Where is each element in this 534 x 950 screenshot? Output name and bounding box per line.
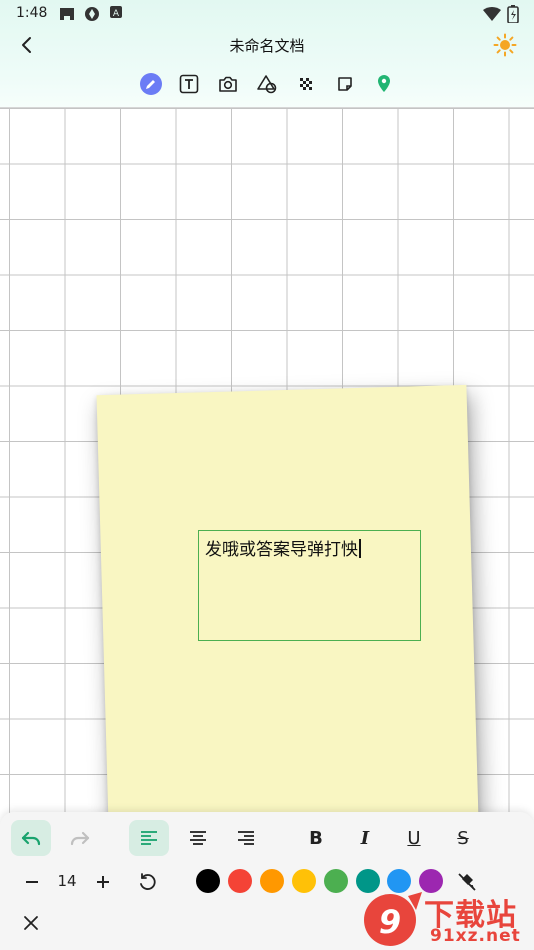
status-bar: 1:48 A xyxy=(0,0,534,28)
redo-icon xyxy=(70,831,90,846)
plus-icon xyxy=(97,876,109,888)
mosaic-icon xyxy=(300,78,312,90)
rotate-icon xyxy=(140,873,156,890)
color-swatch-amber[interactable] xyxy=(292,869,316,893)
location-pin-icon xyxy=(378,75,390,92)
svg-text:9: 9 xyxy=(379,903,401,941)
close-icon xyxy=(24,916,38,930)
undo-icon xyxy=(21,831,41,846)
mosaic-tool[interactable] xyxy=(292,70,320,98)
bold-button[interactable]: B xyxy=(301,823,331,853)
pen-tool[interactable] xyxy=(137,70,165,98)
sticky-note-icon xyxy=(338,77,352,91)
minus-icon xyxy=(26,881,38,883)
italic-button[interactable]: I xyxy=(350,823,380,853)
text-tool[interactable] xyxy=(175,70,203,98)
rotate-button[interactable] xyxy=(132,867,162,897)
battery-icon xyxy=(507,5,519,23)
bold-icon: B xyxy=(309,827,323,849)
svg-text:A: A xyxy=(113,9,120,19)
theme-toggle-button[interactable] xyxy=(492,32,518,58)
text-caret xyxy=(359,539,361,558)
title-bar: 未命名文档 xyxy=(0,28,534,62)
align-left-icon xyxy=(141,831,157,845)
italic-icon: I xyxy=(360,827,370,849)
site-watermark: 9 下载站 91xz.net xyxy=(360,888,534,950)
color-swatch-orange[interactable] xyxy=(260,869,284,893)
font-a-icon: A xyxy=(110,6,122,19)
shapes-tool[interactable] xyxy=(253,70,281,98)
font-size-value: 14 xyxy=(57,872,77,890)
pen-icon xyxy=(140,73,162,95)
align-center-button[interactable] xyxy=(178,820,218,856)
undo-button[interactable] xyxy=(11,820,51,856)
game-controller-icon xyxy=(60,8,74,20)
align-right-button[interactable] xyxy=(226,820,266,856)
align-center-icon xyxy=(190,831,206,845)
color-swatch-black[interactable] xyxy=(196,869,220,893)
shutter-icon xyxy=(85,7,99,21)
text-box-content[interactable]: 发哦或答案导弹打怏 xyxy=(205,540,358,560)
text-box[interactable]: 发哦或答案导弹打怏 xyxy=(198,530,421,641)
camera-tool[interactable] xyxy=(214,70,242,98)
color-swatch-green[interactable] xyxy=(324,869,348,893)
tool-bar xyxy=(0,70,534,98)
sun-icon xyxy=(493,33,517,57)
increase-size-button[interactable] xyxy=(88,867,118,897)
underline-icon: U xyxy=(407,827,421,849)
color-swatch-red[interactable] xyxy=(228,869,252,893)
sticky-note-tool[interactable] xyxy=(331,70,359,98)
decrease-size-button[interactable] xyxy=(17,867,47,897)
location-tool[interactable] xyxy=(370,70,398,98)
shapes-icon xyxy=(257,75,277,94)
align-right-icon xyxy=(238,831,254,845)
text-icon xyxy=(179,74,199,94)
status-time: 1:48 xyxy=(16,5,48,21)
underline-button[interactable]: U xyxy=(399,823,429,853)
close-panel-button[interactable] xyxy=(16,908,46,938)
strikethrough-button[interactable]: S xyxy=(448,823,478,853)
strikethrough-icon: S xyxy=(457,827,469,849)
page-title: 未命名文档 xyxy=(229,37,305,55)
watermark-url: 91xz.net xyxy=(430,926,521,946)
wifi-icon xyxy=(483,7,501,21)
align-left-button[interactable] xyxy=(129,820,169,856)
top-header: 1:48 A 未命名文档 xyxy=(0,0,534,108)
redo-button[interactable] xyxy=(60,820,100,856)
camera-icon xyxy=(219,76,237,92)
